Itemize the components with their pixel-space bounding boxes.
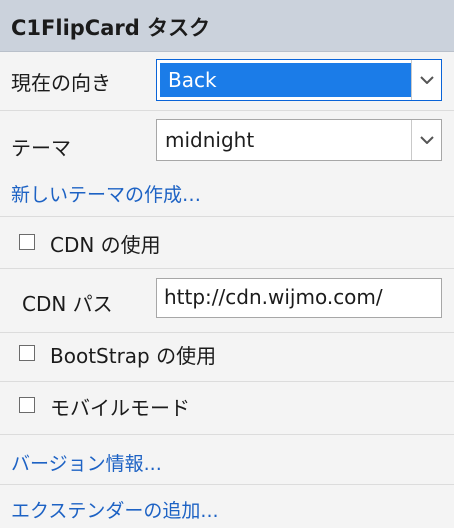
cdn-path-label: CDN パス: [22, 292, 113, 316]
orientation-dropdown[interactable]: Back: [156, 59, 442, 101]
theme-dropdown-arrow[interactable]: [411, 120, 441, 160]
use-cdn-label: CDN の使用: [50, 233, 161, 257]
panel-header: C1FlipCard タスク: [0, 0, 454, 52]
create-theme-link[interactable]: 新しいテーマの作成…: [11, 180, 201, 207]
theme-label: テーマ: [11, 136, 71, 160]
panel-title: C1FlipCard タスク: [11, 16, 211, 40]
use-bootstrap-label: BootStrap の使用: [50, 344, 217, 368]
smart-tag-panel: C1FlipCard タスク 現在の向き Back テーマ midnight 新…: [0, 0, 454, 528]
mobile-mode-label: モバイルモード: [50, 396, 190, 420]
theme-dropdown[interactable]: midnight: [156, 119, 442, 161]
chevron-down-icon: [420, 76, 434, 84]
version-info-link[interactable]: バージョン情報...: [11, 449, 162, 476]
orientation-label: 現在の向き: [11, 71, 111, 95]
mobile-mode-checkbox[interactable]: [19, 397, 35, 413]
theme-value: midnight: [165, 128, 255, 152]
use-cdn-checkbox[interactable]: [19, 234, 35, 250]
add-extender-link[interactable]: エクステンダーの追加...: [11, 496, 219, 523]
cdn-path-input[interactable]: http://cdn.wijmo.com/: [156, 278, 442, 318]
orientation-dropdown-arrow[interactable]: [411, 60, 441, 100]
chevron-down-icon: [420, 136, 434, 144]
use-bootstrap-checkbox[interactable]: [19, 345, 35, 361]
orientation-value: Back: [160, 63, 411, 97]
